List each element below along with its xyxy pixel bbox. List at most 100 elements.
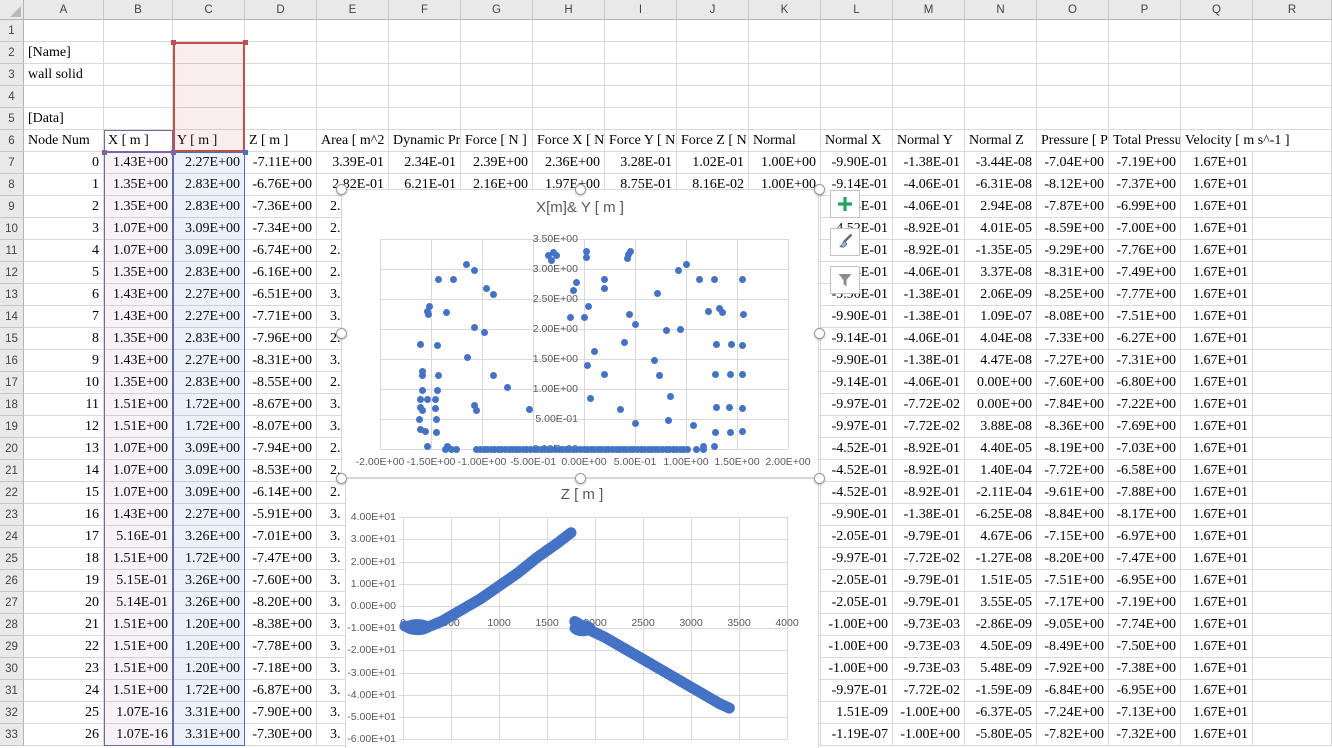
cell-A24[interactable]: 17 (24, 526, 104, 548)
cell-M19[interactable]: -7.72E-02 (893, 416, 965, 438)
cell-H1[interactable] (533, 20, 605, 42)
column-header-I[interactable]: I (605, 0, 677, 20)
cell-M4[interactable] (893, 86, 965, 108)
cell-L1[interactable] (821, 20, 893, 42)
cell-Q30[interactable]: 1.67E+01 (1181, 658, 1253, 680)
cell-Q29[interactable]: 1.67E+01 (1181, 636, 1253, 658)
range-handle[interactable] (243, 150, 248, 155)
cell-D4[interactable] (245, 86, 317, 108)
column-header-L[interactable]: L (821, 0, 893, 20)
cell-P2[interactable] (1109, 42, 1181, 64)
cell-R25[interactable] (1253, 548, 1332, 570)
cell-A21[interactable]: 14 (24, 460, 104, 482)
cell-A5[interactable]: [Data] (24, 108, 104, 130)
row-header-29[interactable]: 29 (0, 636, 24, 658)
cell-L32[interactable]: 1.51E-09 (821, 702, 893, 724)
cell-N4[interactable] (965, 86, 1037, 108)
cell-L29[interactable]: -1.00E+00 (821, 636, 893, 658)
range-handle[interactable] (243, 40, 248, 45)
cell-F2[interactable] (389, 42, 461, 64)
cell-L5[interactable] (821, 108, 893, 130)
column-header-F[interactable]: F (389, 0, 461, 20)
cell-O5[interactable] (1037, 108, 1109, 130)
cell-P9[interactable]: -6.99E+00 (1109, 196, 1181, 218)
row-header-12[interactable]: 12 (0, 262, 24, 284)
cell-H7[interactable]: 2.36E+00 (533, 152, 605, 174)
cell-O30[interactable]: -7.92E+00 (1037, 658, 1109, 680)
cell-P32[interactable]: -7.13E+00 (1109, 702, 1181, 724)
cell-O29[interactable]: -8.49E+00 (1037, 636, 1109, 658)
cell-O14[interactable]: -8.08E+00 (1037, 306, 1109, 328)
column-header-J[interactable]: J (677, 0, 749, 20)
row-header-16[interactable]: 16 (0, 350, 24, 372)
cell-P20[interactable]: -7.03E+00 (1109, 438, 1181, 460)
cell-P8[interactable]: -7.37E+00 (1109, 174, 1181, 196)
row-header-8[interactable]: 8 (0, 174, 24, 196)
cell-N30[interactable]: 5.48E-09 (965, 658, 1037, 680)
cell-R7[interactable] (1253, 152, 1332, 174)
cell-L19[interactable]: -9.97E-01 (821, 416, 893, 438)
chart-selection-handle[interactable] (814, 473, 825, 484)
cell-P23[interactable]: -8.17E+00 (1109, 504, 1181, 526)
cell-R12[interactable] (1253, 262, 1332, 284)
cell-A20[interactable]: 13 (24, 438, 104, 460)
cell-C29[interactable]: 1.20E+00 (173, 636, 245, 658)
row-header-3[interactable]: 3 (0, 64, 24, 86)
cell-Q15[interactable]: 1.67E+01 (1181, 328, 1253, 350)
cell-C1[interactable] (173, 20, 245, 42)
cell-C32[interactable]: 3.31E+00 (173, 702, 245, 724)
cell-A26[interactable]: 19 (24, 570, 104, 592)
cell-R29[interactable] (1253, 636, 1332, 658)
cell-B5[interactable] (104, 108, 173, 130)
cell-R23[interactable] (1253, 504, 1332, 526)
cell-G3[interactable] (461, 64, 533, 86)
cell-P3[interactable] (1109, 64, 1181, 86)
cell-A33[interactable]: 26 (24, 724, 104, 746)
cell-F4[interactable] (389, 86, 461, 108)
cell-A19[interactable]: 12 (24, 416, 104, 438)
cell-N20[interactable]: 4.40E-05 (965, 438, 1037, 460)
cell-O11[interactable]: -9.29E+00 (1037, 240, 1109, 262)
cell-B33[interactable]: 1.07E-16 (104, 724, 173, 746)
cell-H3[interactable] (533, 64, 605, 86)
row-header-9[interactable]: 9 (0, 196, 24, 218)
cell-R3[interactable] (1253, 64, 1332, 86)
cell-P27[interactable]: -7.19E+00 (1109, 592, 1181, 614)
cell-M11[interactable]: -8.92E-01 (893, 240, 965, 262)
cell-M23[interactable]: -1.38E-01 (893, 504, 965, 526)
cell-D17[interactable]: -8.55E+00 (245, 372, 317, 394)
column-header-B[interactable]: B (104, 0, 173, 20)
cell-Q22[interactable]: 1.67E+01 (1181, 482, 1253, 504)
cell-A14[interactable]: 7 (24, 306, 104, 328)
cell-B17[interactable]: 1.35E+00 (104, 372, 173, 394)
cell-K3[interactable] (749, 64, 821, 86)
cell-M7[interactable]: -1.38E-01 (893, 152, 965, 174)
cell-B11[interactable]: 1.07E+00 (104, 240, 173, 262)
cell-L22[interactable]: -4.52E-01 (821, 482, 893, 504)
cell-Q3[interactable] (1181, 64, 1253, 86)
cell-B6[interactable]: X [ m ] (104, 130, 173, 152)
cell-R14[interactable] (1253, 306, 1332, 328)
cell-Q24[interactable]: 1.67E+01 (1181, 526, 1253, 548)
column-header-P[interactable]: P (1109, 0, 1181, 20)
cell-M25[interactable]: -7.72E-02 (893, 548, 965, 570)
cell-N3[interactable] (965, 64, 1037, 86)
cell-O4[interactable] (1037, 86, 1109, 108)
cell-Q20[interactable]: 1.67E+01 (1181, 438, 1253, 460)
cell-G6[interactable]: Force [ N ] (461, 130, 533, 152)
range-handle[interactable] (102, 150, 107, 155)
cell-O12[interactable]: -8.31E+00 (1037, 262, 1109, 284)
cell-Q31[interactable]: 1.67E+01 (1181, 680, 1253, 702)
cell-N22[interactable]: -2.11E-04 (965, 482, 1037, 504)
cell-Q10[interactable]: 1.67E+01 (1181, 218, 1253, 240)
cell-K6[interactable]: Normal (749, 130, 821, 152)
cell-M31[interactable]: -7.72E-02 (893, 680, 965, 702)
cell-L17[interactable]: -9.14E-01 (821, 372, 893, 394)
chart-selection-handle[interactable] (336, 328, 347, 339)
cell-O19[interactable]: -8.36E+00 (1037, 416, 1109, 438)
cell-R17[interactable] (1253, 372, 1332, 394)
cell-I7[interactable]: 3.28E-01 (605, 152, 677, 174)
row-header-7[interactable]: 7 (0, 152, 24, 174)
cell-R8[interactable] (1253, 174, 1332, 196)
cell-I1[interactable] (605, 20, 677, 42)
